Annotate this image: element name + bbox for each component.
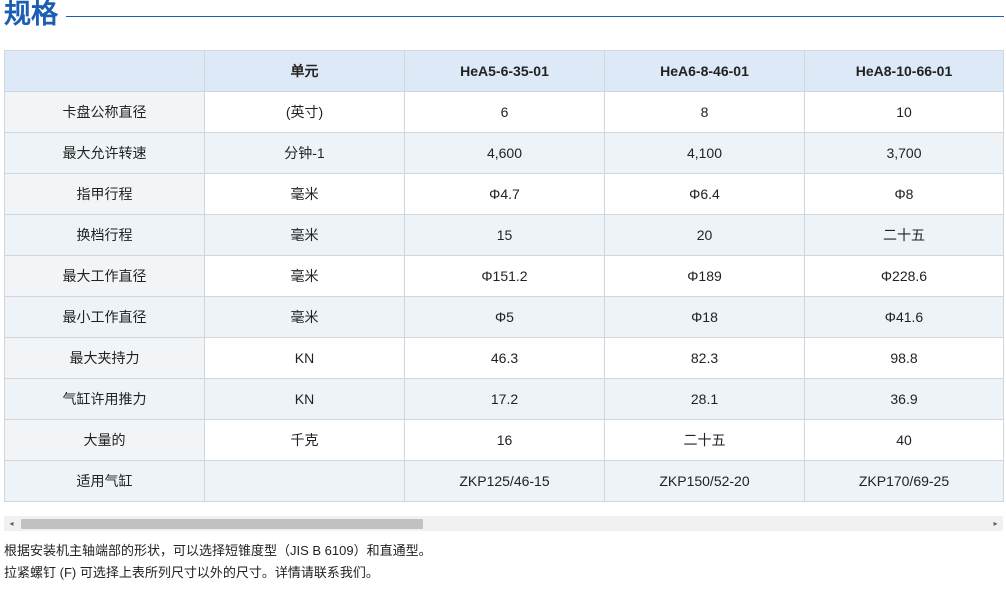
table-cell: 17.2 — [404, 378, 605, 420]
table-cell: ZKP170/69-25 — [804, 460, 1004, 502]
table-row: 大量的 千克 16 二十五 40 — [4, 419, 1004, 461]
table-cell: Φ228.6 — [804, 255, 1004, 297]
header-cell-unit: 单元 — [204, 50, 405, 92]
table-cell: ZKP150/52-20 — [604, 460, 805, 502]
heading-divider — [66, 15, 1004, 17]
table-row: 最大工作直径 毫米 Φ151.2 Φ189 Φ228.6 — [4, 255, 1004, 297]
table-cell: Φ6.4 — [604, 173, 805, 215]
table-cell: Φ189 — [604, 255, 805, 297]
table-cell: ZKP125/46-15 — [404, 460, 605, 502]
table-cell: 3,700 — [804, 132, 1004, 174]
table-row: 适用气缸 ZKP125/46-15 ZKP150/52-20 ZKP170/69-25 — [4, 460, 1004, 502]
table-cell: 36.9 — [804, 378, 1004, 420]
header-cell-model-3: HeA8-10-66-01 — [804, 50, 1004, 92]
table-cell: KN — [204, 337, 405, 379]
table-cell: 98.8 — [804, 337, 1004, 379]
table-header-row: 单元 HeA5-6-35-01 HeA6-8-46-01 HeA8-10-66-… — [4, 50, 1004, 92]
table-cell: 4,600 — [404, 132, 605, 174]
row-label-cell: 大量的 — [4, 419, 205, 461]
note-line: 拉紧螺钉 (F) 可选择上表所列尺寸以外的尺寸。详情请联系我们。 — [4, 565, 379, 580]
scroll-right-arrow-icon[interactable]: ▸ — [988, 516, 1003, 531]
scroll-left-arrow-icon[interactable]: ◂ — [4, 516, 19, 531]
table-row: 最大夹持力 KN 46.3 82.3 98.8 — [4, 337, 1004, 379]
row-label-cell: 指甲行程 — [4, 173, 205, 215]
horizontal-scrollbar[interactable]: ◂ ▸ — [4, 516, 1003, 531]
table-row: 指甲行程 毫米 Φ4.7 Φ6.4 Φ8 — [4, 173, 1004, 215]
table-cell: Φ5 — [404, 296, 605, 338]
table-cell: 毫米 — [204, 255, 405, 297]
table-cell: 毫米 — [204, 173, 405, 215]
spec-table-container: 单元 HeA5-6-35-01 HeA6-8-46-01 HeA8-10-66-… — [4, 50, 1004, 502]
table-row: 最小工作直径 毫米 Φ5 Φ18 Φ41.6 — [4, 296, 1004, 338]
table-cell — [204, 460, 405, 502]
table-cell: 16 — [404, 419, 605, 461]
notes: 根据安装机主轴端部的形状，可以选择短锥度型（JIS B 6109）和直通型。 拉… — [4, 540, 1002, 584]
table-row: 换档行程 毫米 15 20 二十五 — [4, 214, 1004, 256]
header-cell-model-1: HeA5-6-35-01 — [404, 50, 605, 92]
row-label-cell: 卡盘公称直径 — [4, 91, 205, 133]
row-label-cell: 最大工作直径 — [4, 255, 205, 297]
row-label-cell: 适用气缸 — [4, 460, 205, 502]
row-label-cell: 气缸许用推力 — [4, 378, 205, 420]
table-cell: 28.1 — [604, 378, 805, 420]
table-cell: 二十五 — [804, 214, 1004, 256]
section-heading: 规格 — [4, 0, 1004, 30]
row-label-cell: 最大夹持力 — [4, 337, 205, 379]
row-label-cell: 最小工作直径 — [4, 296, 205, 338]
spec-table: 单元 HeA5-6-35-01 HeA6-8-46-01 HeA8-10-66-… — [4, 50, 1004, 502]
table-cell: KN — [204, 378, 405, 420]
table-row: 卡盘公称直径 (英寸) 6 8 10 — [4, 91, 1004, 133]
table-cell: (英寸) — [204, 91, 405, 133]
table-cell: 4,100 — [604, 132, 805, 174]
table-cell: 40 — [804, 419, 1004, 461]
table-row: 气缸许用推力 KN 17.2 28.1 36.9 — [4, 378, 1004, 420]
table-body: 卡盘公称直径 (英寸) 6 8 10 最大允许转速 分钟-1 4,600 4,100 3,700 指… — [4, 91, 1004, 502]
table-cell: 千克 — [204, 419, 405, 461]
section-title: 规格 — [4, 0, 58, 30]
table-cell: Φ151.2 — [404, 255, 605, 297]
table-cell: 8 — [604, 91, 805, 133]
table-row: 最大允许转速 分钟-1 4,600 4,100 3,700 — [4, 132, 1004, 174]
table-cell: 毫米 — [204, 296, 405, 338]
table-cell: 20 — [604, 214, 805, 256]
table-cell: 46.3 — [404, 337, 605, 379]
table-cell: 6 — [404, 91, 605, 133]
table-cell: 毫米 — [204, 214, 405, 256]
table-cell: Φ41.6 — [804, 296, 1004, 338]
table-cell: 10 — [804, 91, 1004, 133]
header-cell-blank — [4, 50, 205, 92]
table-cell: 82.3 — [604, 337, 805, 379]
table-cell: 分钟-1 — [204, 132, 405, 174]
table-cell: 二十五 — [604, 419, 805, 461]
table-cell: Φ8 — [804, 173, 1004, 215]
scroll-thumb[interactable] — [21, 519, 423, 529]
note-line: 根据安装机主轴端部的形状，可以选择短锥度型（JIS B 6109）和直通型。 — [4, 543, 432, 558]
table-cell: 15 — [404, 214, 605, 256]
table-cell: Φ4.7 — [404, 173, 605, 215]
row-label-cell: 最大允许转速 — [4, 132, 205, 174]
table-cell: Φ18 — [604, 296, 805, 338]
header-cell-model-2: HeA6-8-46-01 — [604, 50, 805, 92]
row-label-cell: 换档行程 — [4, 214, 205, 256]
